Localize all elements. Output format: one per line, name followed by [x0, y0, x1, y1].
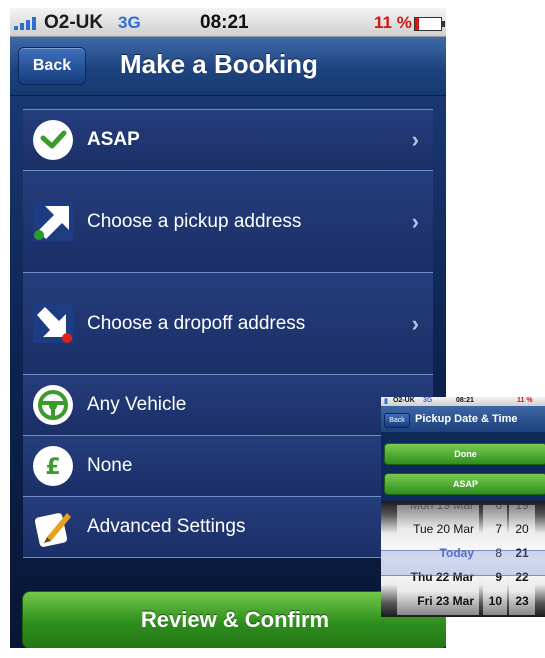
picker-selection-bar — [381, 550, 545, 576]
inset-back-button[interactable]: Back — [384, 413, 410, 428]
pickup-date-time-preview: ▮ O2-UK 3G 08:21 11 % Back Pickup Date &… — [381, 397, 545, 617]
picker-hour: 7 — [495, 522, 502, 536]
inset-carrier: O2-UK — [393, 397, 415, 404]
list-item-payment[interactable]: £ None — [23, 435, 433, 496]
picker-date: Fri 23 Mar — [417, 594, 474, 608]
battery-icon — [414, 17, 445, 31]
back-button[interactable]: Back — [18, 47, 86, 85]
chevron-right-icon: › — [411, 208, 419, 234]
inset-status-bar: ▮ O2-UK 3G 08:21 11 % — [381, 397, 545, 406]
dropoff-address-label: Choose a dropoff address — [87, 312, 306, 334]
asap-label: ASAP — [87, 129, 140, 150]
inset-time: 08:21 — [456, 397, 474, 404]
picker-hour: 10 — [488, 594, 502, 608]
picker-date: Mon 19 Mar — [409, 505, 474, 512]
dropoff-arrow-icon — [33, 303, 73, 343]
inset-battery: 11 % — [517, 397, 533, 404]
asap-button[interactable]: ASAP — [384, 473, 545, 495]
picker-minute: 19 — [515, 505, 529, 512]
network-type: 3G — [118, 13, 141, 32]
signal-icon — [14, 16, 42, 30]
page-title: Make a Booking — [120, 49, 318, 79]
picker-hour: 6 — [495, 505, 502, 512]
status-time: 08:21 — [200, 12, 249, 33]
picker-minute: 23 — [515, 594, 529, 608]
payment-label: None — [87, 455, 133, 476]
pickup-arrow-icon — [33, 201, 73, 241]
advanced-settings-label: Advanced Settings — [87, 516, 246, 537]
inset-signal-icon: ▮ — [384, 398, 388, 405]
list-item-pickup-address[interactable]: Choose a pickup address › — [23, 170, 433, 272]
status-bar: O2-UK 3G 08:21 11 % — [10, 8, 446, 37]
battery-percent: 11 % — [374, 13, 412, 32]
list-item-vehicle[interactable]: Any Vehicle — [23, 374, 433, 435]
svg-text:£: £ — [45, 455, 60, 480]
booking-options-list: ASAP › Choose a pickup address › Choose … — [23, 109, 433, 558]
list-item-asap[interactable]: ASAP › — [23, 109, 433, 170]
vehicle-label: Any Vehicle — [87, 394, 187, 415]
picker-date: Tue 20 Mar — [413, 522, 474, 536]
inset-title: Pickup Date & Time — [415, 413, 518, 425]
pound-icon: £ — [33, 446, 73, 486]
steering-wheel-icon — [33, 385, 73, 425]
pickup-address-label: Choose a pickup address — [87, 210, 302, 232]
list-item-advanced-settings[interactable]: Advanced Settings — [23, 496, 433, 558]
chevron-right-icon: › — [411, 127, 419, 152]
carrier-name: O2-UK — [44, 12, 104, 33]
inset-network: 3G — [423, 397, 433, 404]
nav-bar: Back Make a Booking — [10, 37, 446, 96]
done-button[interactable]: Done — [384, 443, 545, 465]
date-time-picker[interactable]: Mon 19 Mar Tue 20 Mar Today Thu 22 Mar F… — [381, 501, 545, 617]
list-item-dropoff-address[interactable]: Choose a dropoff address › — [23, 272, 433, 374]
pencil-icon — [33, 507, 73, 547]
chevron-right-icon: › — [411, 310, 419, 336]
inset-nav-bar: Back Pickup Date & Time — [381, 406, 545, 432]
clock-icon — [33, 120, 73, 160]
picker-minute: 20 — [515, 522, 529, 536]
